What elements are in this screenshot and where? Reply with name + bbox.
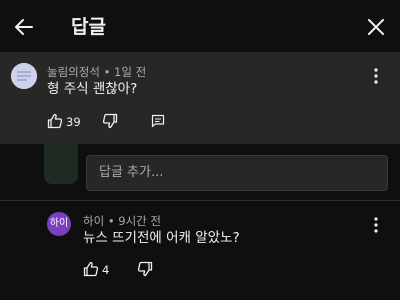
arrow-left-icon <box>15 19 33 35</box>
reply-item: 하이 하이 • 9시간 전 뉴스 뜨기전에 어캐 알았노? 4 <box>0 201 400 300</box>
avatar[interactable]: 하이 <box>47 212 71 236</box>
dislike-button[interactable] <box>102 113 118 131</box>
back-button[interactable] <box>10 13 38 41</box>
more-button[interactable] <box>369 216 383 234</box>
like-button[interactable] <box>47 113 63 131</box>
comment-meta: 눌림의정석 • 1일 전 <box>47 65 146 79</box>
comment-time: 1일 전 <box>114 65 147 79</box>
thumb-up-icon <box>47 113 63 129</box>
close-button[interactable] <box>362 13 390 41</box>
thumb-down-icon <box>137 261 153 277</box>
meta-separator: • <box>103 65 115 79</box>
reply-meta: 하이 • 9시간 전 <box>83 214 161 228</box>
parent-comment: 눌림의정석 • 1일 전 형 주식 괜찮아? 39 <box>0 52 400 144</box>
close-icon <box>368 19 384 35</box>
like-count: 4 <box>102 263 110 277</box>
more-vert-icon <box>374 68 378 84</box>
thumb-up-icon <box>83 261 99 277</box>
reply-input[interactable]: 답글 추가... <box>86 155 388 191</box>
dislike-button[interactable] <box>137 261 153 279</box>
reply-input-row: 답글 추가... <box>0 144 400 200</box>
page-title: 답글 <box>71 16 106 38</box>
reply-text: 뉴스 뜨기전에 어캐 알았노? <box>83 230 240 246</box>
comment-icon <box>151 114 165 128</box>
header: 답글 <box>0 0 400 52</box>
like-count: 39 <box>66 115 81 129</box>
comment-text: 형 주식 괜찮아? <box>47 81 138 97</box>
author-name[interactable]: 하이 <box>83 214 104 228</box>
avatar <box>44 144 78 184</box>
like-button[interactable] <box>83 261 99 279</box>
reply-button[interactable] <box>151 114 165 132</box>
author-name[interactable]: 눌림의정석 <box>47 65 100 79</box>
avatar-image <box>11 63 37 89</box>
more-button[interactable] <box>369 67 383 85</box>
more-vert-icon <box>374 217 378 233</box>
comment-time: 9시간 전 <box>118 214 161 228</box>
avatar[interactable] <box>11 63 37 89</box>
meta-separator: • <box>107 214 119 228</box>
thumb-down-icon <box>102 113 118 129</box>
